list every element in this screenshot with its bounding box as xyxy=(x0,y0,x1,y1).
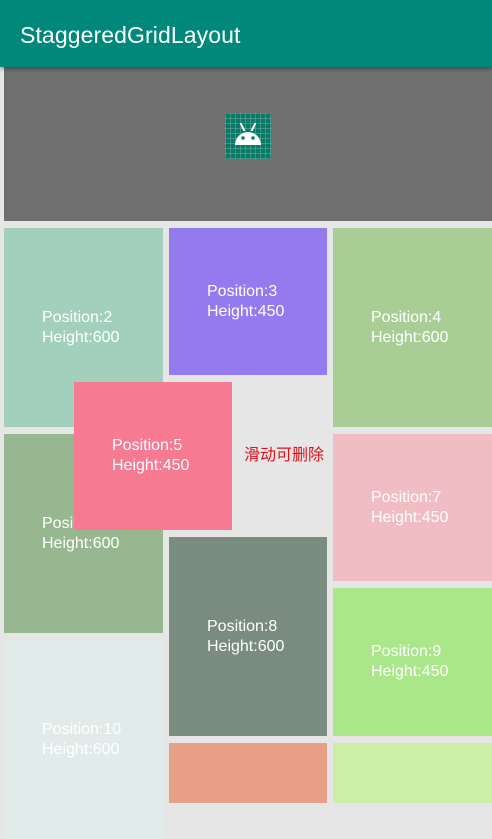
item-label: Position:7 Height:450 xyxy=(371,488,449,526)
header-item[interactable] xyxy=(4,67,492,221)
swipe-to-delete-hint: 滑动可删除 xyxy=(244,447,325,464)
item-label: Position:4 Height:600 xyxy=(371,308,449,346)
grid-item-position-12[interactable] xyxy=(333,743,492,803)
grid-item-position-9[interactable]: Position:9 Height:450 xyxy=(333,588,492,736)
item-label: Position:8 Height:600 xyxy=(207,617,285,655)
item-label: Position:9 Height:450 xyxy=(371,643,449,680)
item-label: Position:5 Height:450 xyxy=(112,437,190,474)
app-bar: StaggeredGridLayout xyxy=(0,0,492,67)
item-label: Position:3 Height:450 xyxy=(207,282,285,320)
grid-item-position-11[interactable] xyxy=(169,743,327,803)
grid-item-position-10[interactable]: Position:10 Height:600 xyxy=(4,640,163,839)
grid-item-position-4[interactable]: Position:4 Height:600 xyxy=(333,228,492,427)
grid-item-position-7[interactable]: Position:7 Height:450 xyxy=(333,434,492,581)
grid-item-position-3[interactable]: Position:3 Height:450 xyxy=(169,228,327,375)
item-label: Position:10 Height:600 xyxy=(42,721,122,758)
app-title: StaggeredGridLayout xyxy=(20,22,241,48)
grid-item-position-5-dragging[interactable]: Position:5 Height:450 xyxy=(74,382,232,530)
item-label: Position:2 Height:600 xyxy=(42,308,120,346)
grid-item-position-8[interactable]: Position:8 Height:600 xyxy=(169,537,327,736)
android-app-icon xyxy=(225,113,271,159)
